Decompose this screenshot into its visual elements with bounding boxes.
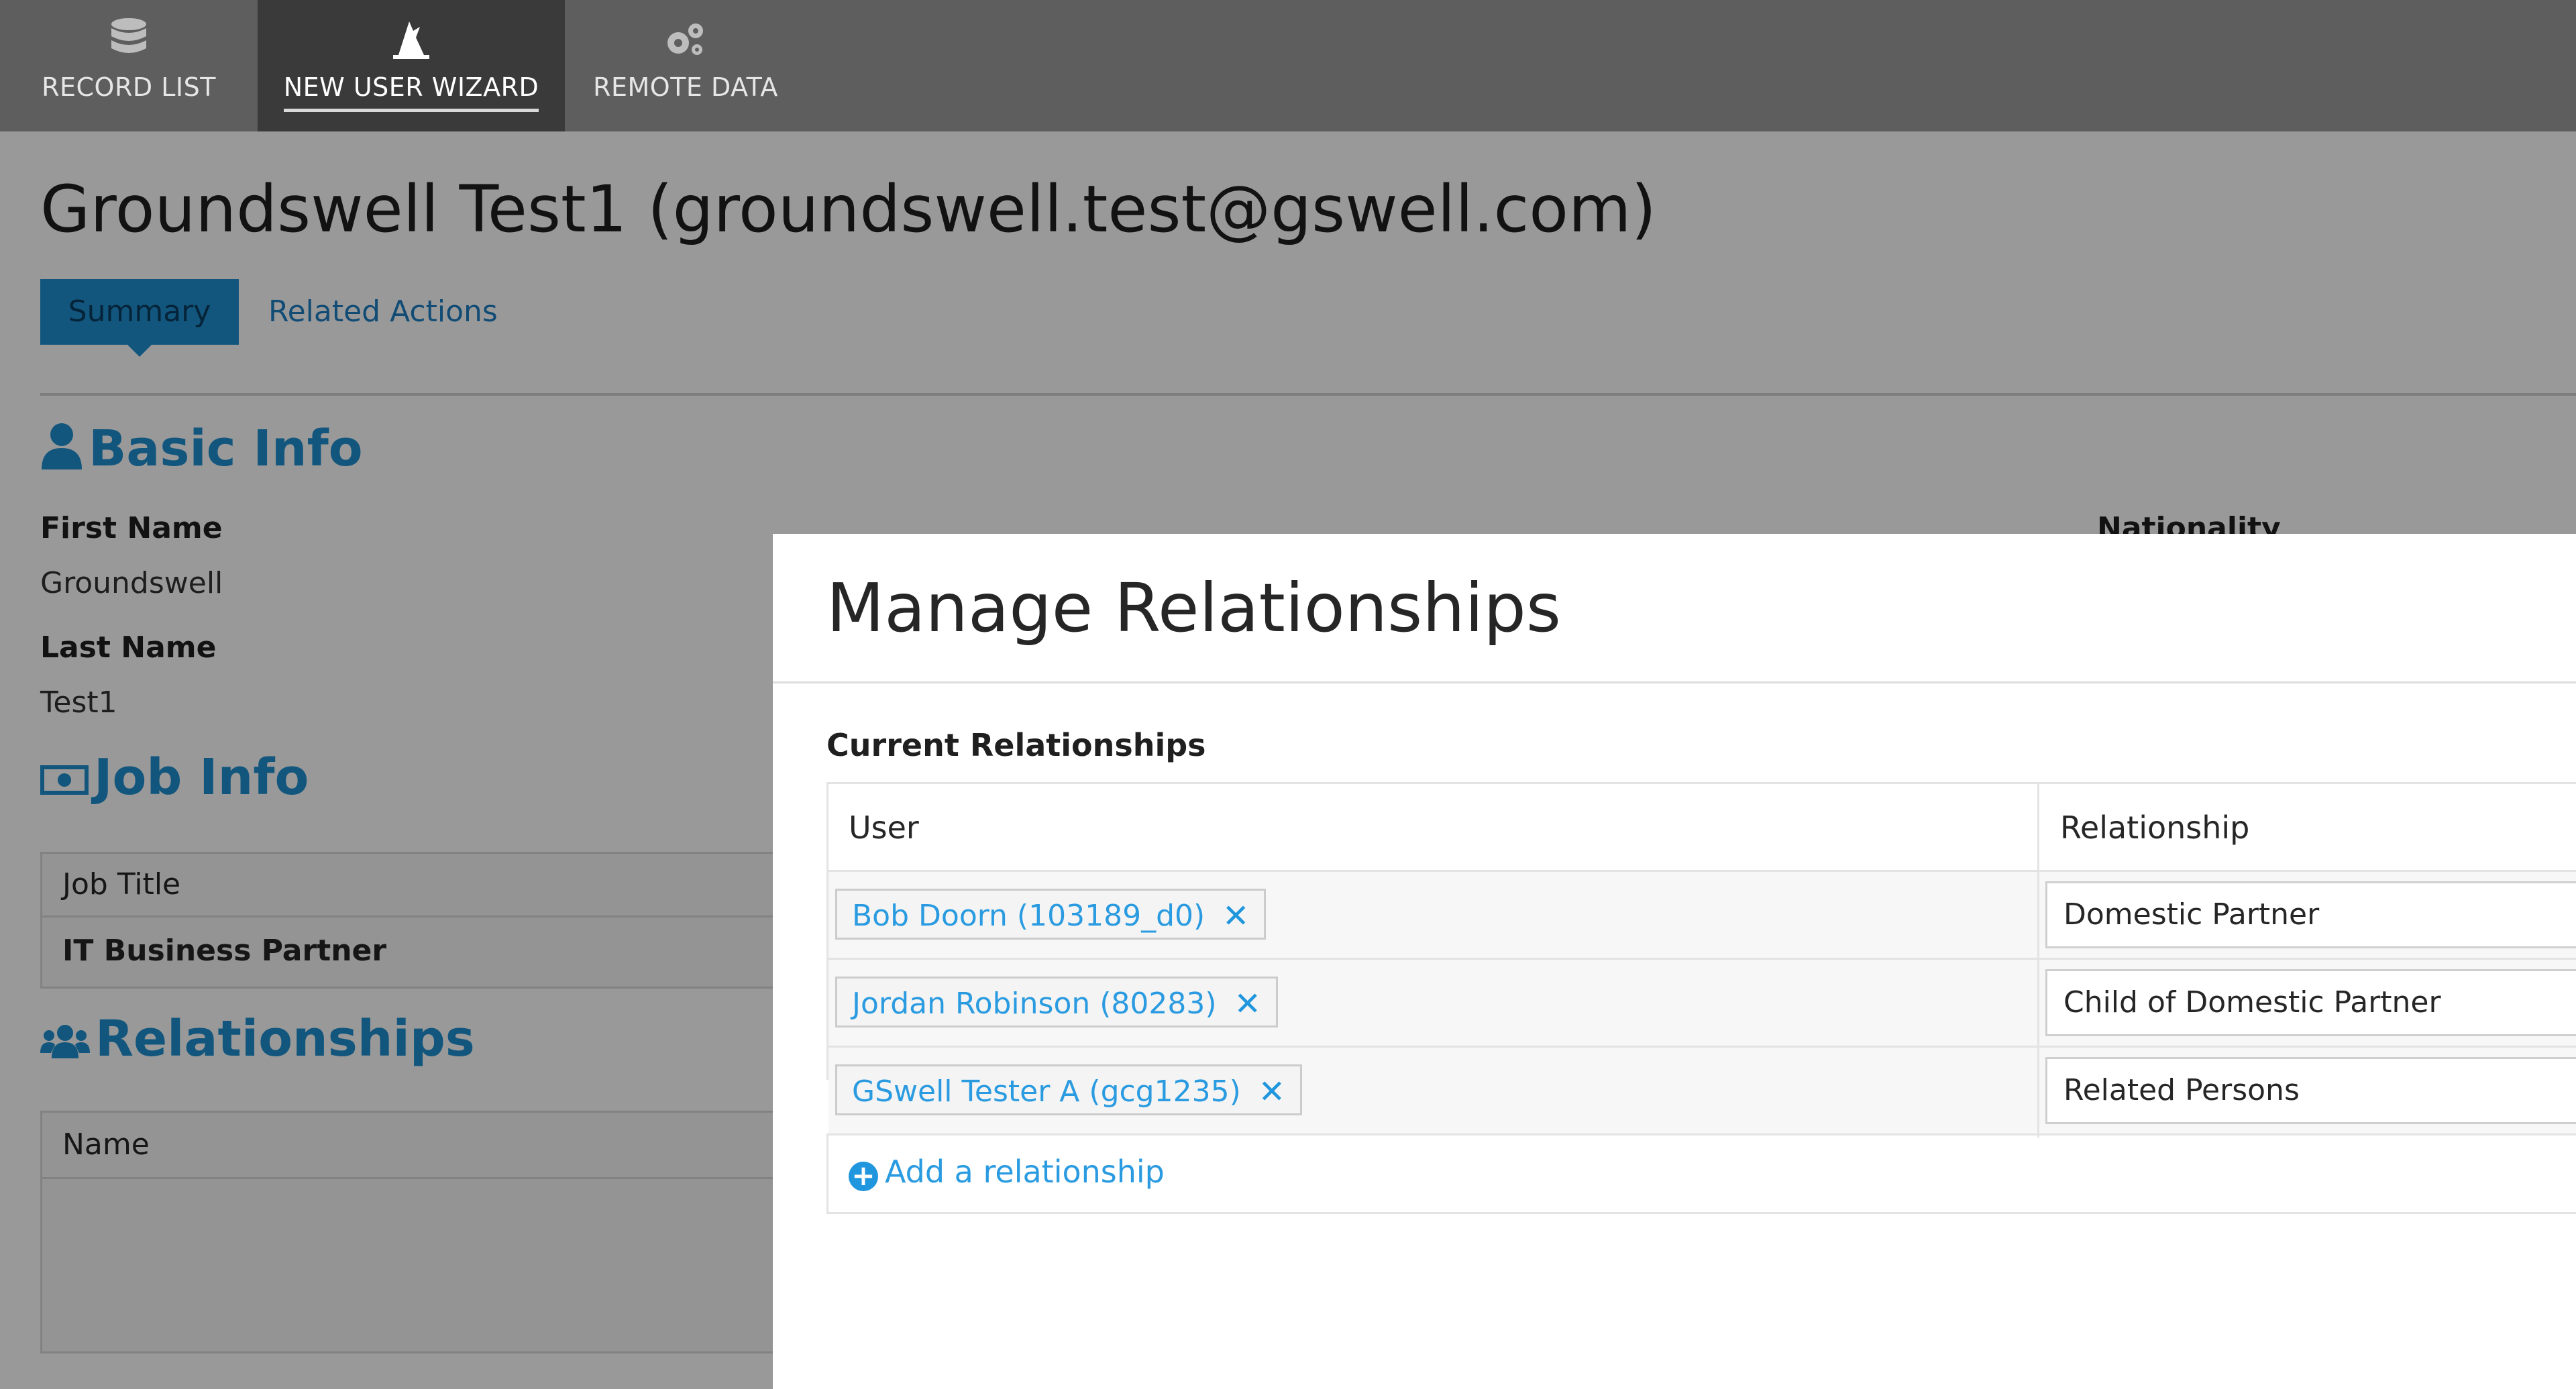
manage-relationships-modal: Manage Relationships Current Relationshi… bbox=[773, 534, 2576, 1389]
table-row: Jordan Robinson (80283) ✕ Child of Domest… bbox=[828, 960, 2576, 1048]
relationship-select[interactable]: Domestic Partner bbox=[2045, 881, 2576, 948]
relationship-select[interactable]: Related Persons bbox=[2045, 1057, 2576, 1124]
user-chip[interactable]: Jordan Robinson (80283) ✕ bbox=[835, 977, 1278, 1027]
add-relationship-row: + Add a relationship bbox=[826, 1133, 2576, 1214]
remove-icon[interactable]: ✕ bbox=[1222, 891, 1249, 942]
remove-icon[interactable]: ✕ bbox=[1234, 979, 1261, 1030]
gears-icon bbox=[565, 17, 806, 64]
table-row: GSwell Tester A (gcg1235) ✕ Related Perso… bbox=[828, 1048, 2576, 1135]
user-chip-label: Jordan Robinson (80283) bbox=[852, 987, 1217, 1021]
nav-tab-label: REMOTE DATA bbox=[593, 72, 778, 102]
database-icon bbox=[0, 17, 258, 64]
relationship-select[interactable]: Child of Domestic Partner bbox=[2045, 969, 2576, 1036]
wizard-hat-icon bbox=[258, 17, 565, 64]
user-chip-label: GSwell Tester A (gcg1235) bbox=[852, 1074, 1241, 1109]
nav-tab-label: RECORD LIST bbox=[42, 72, 216, 102]
app-root: RECORD LIST NEW USER WIZARD REMOTE DATA … bbox=[0, 0, 2576, 1389]
relationship-column-header: Relationship bbox=[2060, 810, 2250, 846]
plus-circle-icon: + bbox=[849, 1162, 878, 1191]
user-chip[interactable]: Bob Doorn (103189_d0) ✕ bbox=[835, 889, 1267, 942]
add-relationship-link[interactable]: + Add a relationship bbox=[849, 1154, 1165, 1191]
relationships-grid: User Relationship Bob Doorn (103189_d0) ✕… bbox=[826, 782, 2576, 1137]
grid-header: User Relationship bbox=[828, 784, 2576, 872]
add-relationship-label: Add a relationship bbox=[885, 1154, 1165, 1190]
column-separator bbox=[2037, 784, 2039, 1137]
remove-icon[interactable]: ✕ bbox=[1258, 1066, 1285, 1117]
top-nav: RECORD LIST NEW USER WIZARD REMOTE DATA bbox=[0, 0, 2576, 131]
user-chip-label: Bob Doorn (103189_d0) bbox=[852, 899, 1205, 933]
nav-tab-record-list[interactable]: RECORD LIST bbox=[0, 0, 258, 131]
divider bbox=[773, 681, 2576, 683]
user-column-header: User bbox=[849, 810, 919, 846]
table-row: Bob Doorn (103189_d0) ✕ Domestic Partner bbox=[828, 872, 2576, 960]
nav-tab-label: NEW USER WIZARD bbox=[283, 72, 539, 112]
current-relationships-label: Current Relationships bbox=[826, 727, 1206, 763]
nav-tab-new-user-wizard[interactable]: NEW USER WIZARD bbox=[258, 0, 565, 131]
user-chip[interactable]: GSwell Tester A (gcg1235) ✕ bbox=[835, 1064, 1302, 1115]
nav-tab-remote-data[interactable]: REMOTE DATA bbox=[565, 0, 806, 131]
modal-title: Manage Relationships bbox=[826, 569, 1561, 647]
